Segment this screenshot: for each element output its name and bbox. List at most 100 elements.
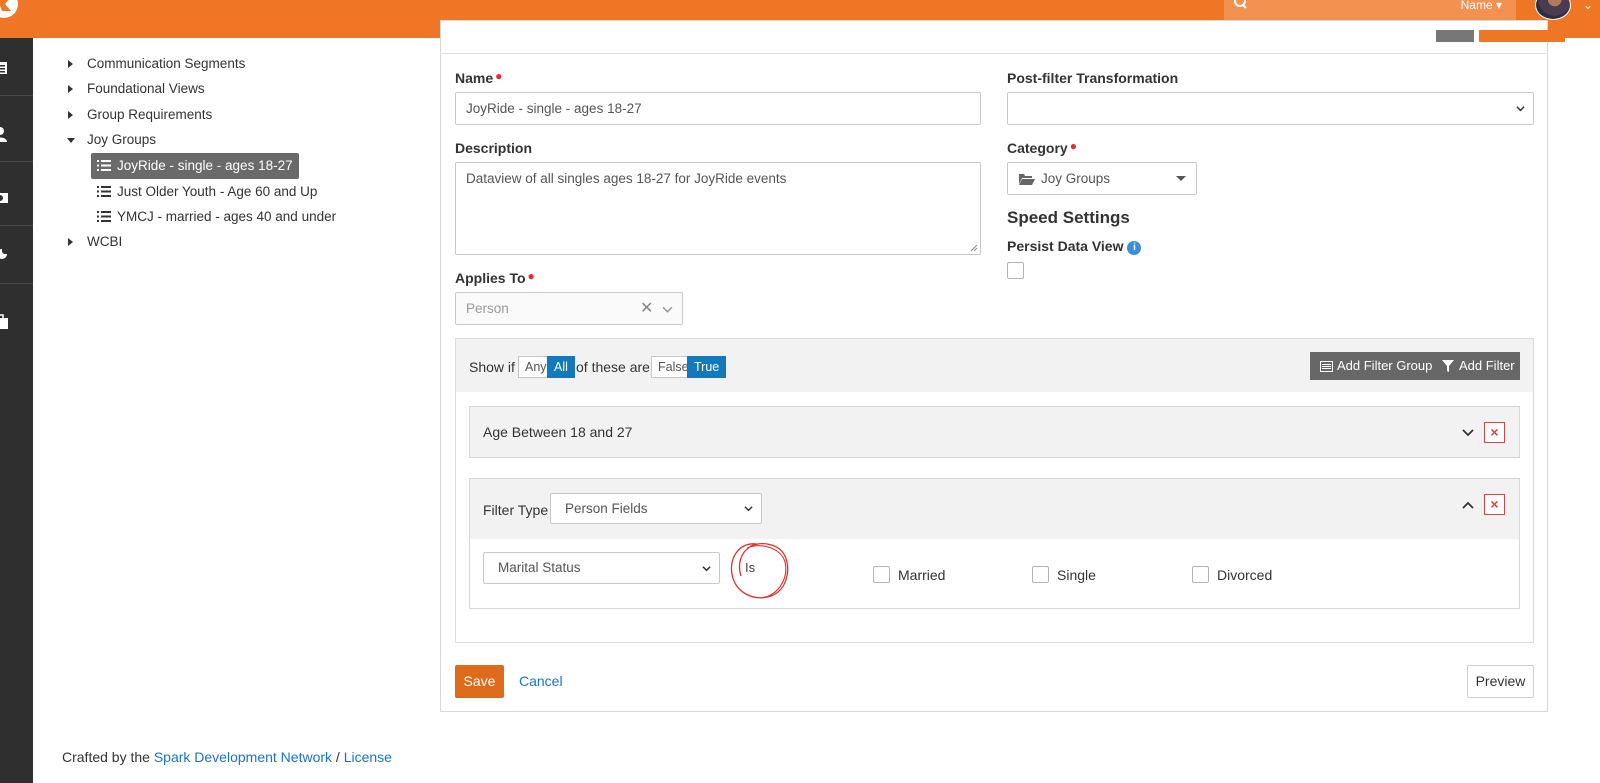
search-filter-label: Name — [1460, 0, 1493, 12]
married-checkbox[interactable] — [873, 566, 890, 583]
name-label: Name ● — [455, 69, 503, 86]
add-filter-group-button[interactable]: Add Filter Group — [1310, 352, 1434, 380]
category-picker[interactable]: Joy Groups — [1007, 162, 1197, 195]
speed-settings-heading: Speed Settings — [1007, 208, 1130, 227]
tree-child-label: JoyRide - single - ages 18-27 — [117, 158, 293, 173]
toggle-true[interactable]: True — [687, 356, 727, 378]
add-filter-group-label: Add Filter Group — [1337, 358, 1433, 373]
chevron-down-icon — [744, 506, 753, 512]
description-label: Description — [455, 140, 533, 156]
filter-type-label: Filter Type — [483, 502, 549, 518]
folder-open-icon — [1019, 174, 1035, 185]
field-select-value: Marital Status — [498, 560, 581, 575]
avatar[interactable] — [1535, 0, 1571, 20]
of-these-are-label: of these are — [576, 359, 650, 375]
spark-link[interactable]: Spark Development Network — [154, 749, 332, 765]
persist-label: Persist Data View i — [1007, 238, 1142, 256]
applies-to-label: Applies To ● — [455, 269, 535, 286]
chevron-down-icon — [662, 306, 673, 313]
license-link[interactable]: License — [344, 749, 392, 765]
search-filter-dropdown[interactable]: Name ▾ — [1460, 0, 1502, 12]
tree-child-just-older-youth[interactable]: Just Older Youth - Age 60 and Up — [91, 179, 323, 205]
info-icon[interactable]: i — [1127, 241, 1142, 255]
tree-child-joyride[interactable]: JoyRide - single - ages 18-27 — [91, 153, 299, 179]
chevron-down-icon — [702, 566, 711, 572]
tree-child-ymcj[interactable]: YMCJ - married - ages 40 and under — [91, 204, 342, 230]
list-icon — [97, 211, 111, 222]
money-icon — [0, 193, 8, 203]
divorced-label: Divorced — [1217, 567, 1273, 583]
list-icon — [97, 160, 111, 171]
chevron-down-icon[interactable] — [1462, 427, 1474, 439]
applies-to-select[interactable]: Person ✕ — [455, 292, 683, 325]
delete-filter-button[interactable]: × — [1484, 494, 1505, 515]
single-label: Single — [1057, 567, 1096, 583]
preview-button[interactable]: Preview — [1467, 665, 1534, 698]
rail-item-admin[interactable] — [0, 292, 33, 350]
divorced-checkbox[interactable] — [1192, 566, 1209, 583]
rail-item-people[interactable] — [0, 104, 33, 162]
user-icon — [0, 127, 7, 142]
name-input-value: JoyRide - single - ages 18-27 — [466, 101, 642, 116]
name-input[interactable]: JoyRide - single - ages 18-27 — [455, 92, 981, 125]
chevron-up-icon[interactable] — [1462, 499, 1474, 511]
category-value: Joy Groups — [1041, 171, 1111, 186]
field-select[interactable]: Marital Status — [483, 552, 720, 584]
panel-divider — [440, 53, 1548, 54]
single-checkbox[interactable] — [1032, 566, 1049, 583]
tree-child-label: Just Older Youth - Age 60 and Up — [117, 184, 318, 199]
briefcase-icon — [0, 314, 8, 329]
tree-item-label: Joy Groups — [87, 132, 157, 147]
show-if-label: Show if — [469, 359, 515, 375]
toggle-all[interactable]: All — [547, 356, 575, 378]
clear-icon[interactable]: ✕ — [640, 293, 653, 324]
filter-type-select[interactable]: Person Fields — [550, 493, 762, 524]
tree-item-label: WCBI — [87, 234, 123, 249]
delete-filter-button[interactable]: × — [1484, 422, 1505, 443]
filter-age-title: Age Between 18 and 27 — [483, 424, 633, 440]
caret-right-icon[interactable] — [68, 85, 73, 93]
post-filter-select[interactable] — [1007, 92, 1534, 125]
add-filter-label: Add Filter — [1459, 358, 1515, 373]
tree-item-label: Communication Segments — [87, 56, 246, 71]
footer: Crafted by the Spark Development Network… — [62, 749, 392, 765]
rail-item-tools[interactable] — [0, 226, 33, 284]
panel-header-button-primary[interactable] — [1479, 30, 1565, 42]
filter-type-value: Person Fields — [565, 501, 648, 516]
caret-right-icon[interactable] — [68, 238, 73, 246]
category-label: Category ● — [1007, 139, 1077, 156]
save-button[interactable]: Save — [455, 665, 504, 698]
search-icon — [1234, 0, 1247, 9]
post-filter-label: Post-filter Transformation — [1007, 70, 1179, 86]
list-alt-icon — [1320, 361, 1333, 372]
rail-item-finance[interactable] — [0, 168, 33, 226]
caret-right-icon[interactable] — [68, 60, 73, 68]
filter-icon — [1442, 360, 1454, 372]
resize-grip-icon[interactable] — [970, 244, 978, 252]
married-label: Married — [898, 567, 946, 583]
left-nav-rail — [0, 38, 33, 783]
cancel-link[interactable]: Cancel — [519, 673, 563, 689]
tree-child-label: YMCJ - married - ages 40 and under — [117, 209, 337, 224]
applies-to-value: Person — [466, 301, 509, 316]
wrench-icon — [0, 249, 7, 259]
rock-logo-icon[interactable] — [0, 0, 22, 20]
panel-header-button[interactable] — [1436, 30, 1474, 42]
list-icon — [97, 186, 111, 197]
chevron-down-icon — [1516, 106, 1525, 112]
newspaper-icon — [0, 62, 7, 74]
description-value: Dataview of all singles ages 18-27 for J… — [466, 171, 787, 186]
add-filter-button[interactable]: Add Filter — [1434, 352, 1520, 380]
footer-text: Crafted by the — [62, 749, 150, 765]
chevron-down-icon[interactable]: ⌄ — [1583, 0, 1593, 11]
caret-down-icon[interactable] — [67, 138, 75, 143]
caret-right-icon[interactable] — [68, 111, 73, 119]
caret-down-icon — [1176, 176, 1186, 181]
tree-item-label: Foundational Views — [87, 81, 205, 96]
persist-checkbox[interactable] — [1007, 262, 1024, 279]
footer-separator: / — [335, 749, 340, 765]
rail-item-dashboard[interactable] — [0, 38, 33, 96]
tree-item-label: Group Requirements — [87, 107, 213, 122]
comparison-label: Is — [745, 560, 756, 575]
description-textarea[interactable]: Dataview of all singles ages 18-27 for J… — [455, 162, 981, 255]
